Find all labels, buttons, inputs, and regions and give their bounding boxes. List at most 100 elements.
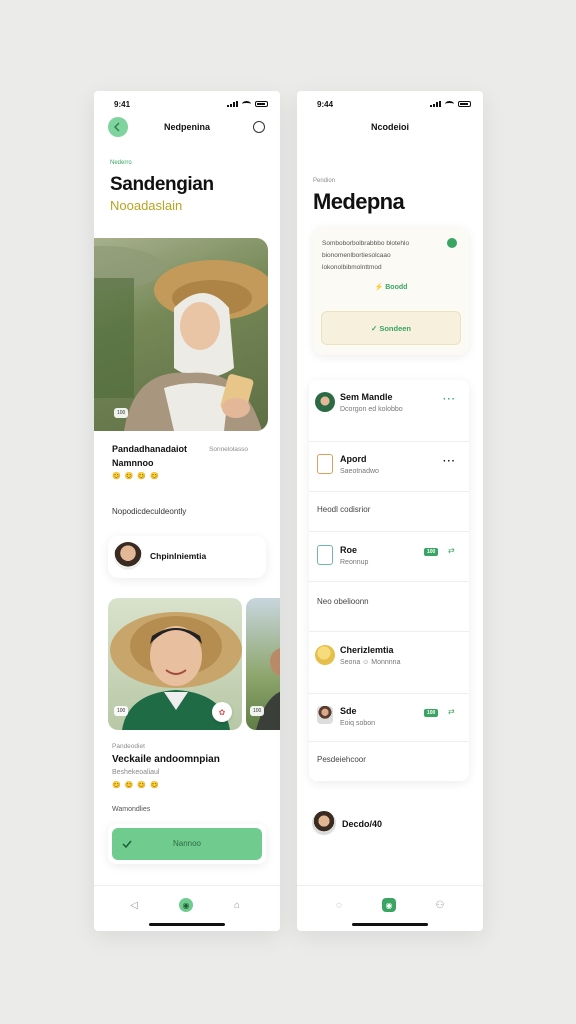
- battery-icon: [255, 101, 268, 107]
- card1-name: Pandadhanadaiot: [112, 444, 188, 454]
- profile-photo-woman-hat[interactable]: 100 ✿: [108, 598, 242, 730]
- info-card: Somboborbolbrabbbo blotehlo bionomenlbor…: [313, 227, 469, 355]
- photo-badge: 100: [114, 706, 129, 716]
- card1-emoji-row: 😊 😊 😊 😊: [112, 473, 160, 480]
- tab-home-icon[interactable]: ◉: [382, 898, 396, 912]
- row-title: Neo obelioonn: [317, 597, 369, 606]
- info-link-label: Boodd: [385, 284, 408, 291]
- avatar: [315, 645, 335, 665]
- list-item[interactable]: Cherizlemtia Seona ☺ Monnnna: [309, 632, 469, 694]
- row-title: Pesdeiehcoor: [317, 755, 366, 764]
- page-title: Medepna: [313, 189, 405, 214]
- row-sub: Reonnup: [340, 559, 369, 566]
- more-icon[interactable]: ···: [443, 394, 456, 405]
- row-title: Heodl codisrior: [317, 505, 371, 514]
- timer-icon[interactable]: [253, 121, 265, 133]
- file-icon: [317, 545, 333, 565]
- people-list: Sem Mandle Dcorgon ed kolobbo ··· Apord …: [309, 380, 469, 781]
- info-button[interactable]: ✓ Sondeen: [321, 311, 461, 345]
- home-indicator: [352, 923, 428, 926]
- share-icon[interactable]: ⇄: [448, 546, 455, 555]
- back-button[interactable]: [108, 117, 128, 137]
- row-title: Roe: [340, 545, 358, 555]
- home-indicator: [149, 923, 225, 926]
- tab-bar: ◁ ◉ ⌂: [94, 885, 280, 931]
- contact-card[interactable]: Chpinlniemtia: [108, 536, 266, 578]
- chevron-left-icon: [114, 122, 120, 132]
- profile-photo-man[interactable]: 100: [246, 598, 280, 730]
- status-icons: [430, 101, 471, 107]
- wifi-icon: [445, 101, 454, 107]
- signal-icon: [430, 101, 441, 107]
- info-text: Somboborbolbrabbbo blotehlo bionomenlbor…: [322, 240, 410, 271]
- card2-eyebrow: Pandeodiet: [112, 743, 145, 750]
- avatar: [317, 706, 333, 724]
- contact-name: Chpinlniemtia: [150, 551, 207, 561]
- footer-label: Wamondlies: [112, 806, 151, 813]
- card2-emoji-row: 😊 😊 😊 😊: [112, 782, 160, 789]
- avatar: [315, 392, 335, 412]
- row-sub: Saeotnadwo: [340, 468, 379, 475]
- row-badge: 100: [424, 709, 439, 717]
- nav-title: Ncodeioi: [370, 122, 409, 132]
- row-sub: Dcorgon ed kolobbo: [340, 406, 403, 413]
- tab-profile-icon[interactable]: ⌂: [230, 898, 244, 912]
- more-icon[interactable]: ···: [443, 456, 456, 467]
- status-bar: 9:41: [94, 91, 280, 117]
- avatar[interactable]: [312, 811, 336, 835]
- signal-icon: [227, 101, 238, 107]
- tab-home-icon[interactable]: ◉: [179, 898, 193, 912]
- tab-chat-icon[interactable]: ◌: [332, 898, 346, 912]
- list-item[interactable]: Neo obelioonn: [309, 582, 469, 632]
- battery-icon: [458, 101, 471, 107]
- phone-screen-profile: 9:41 Nedpenina Nederro Sandengian Nooada…: [94, 91, 280, 931]
- profile-photo-woman-hijab[interactable]: 100: [94, 238, 268, 431]
- status-icons: [227, 101, 268, 107]
- footer-name: Decdo/40: [342, 819, 383, 829]
- card1-name2: Namnnoo: [112, 458, 154, 468]
- nav-title: Nedpenina: [163, 122, 210, 132]
- row-title: Sem Mandle: [340, 392, 393, 402]
- list-item[interactable]: Pesdeiehcoor: [309, 742, 469, 781]
- primary-button[interactable]: Nannoo: [112, 828, 262, 860]
- status-dot-icon: [447, 238, 457, 248]
- primary-button-label: Nannoo: [172, 839, 202, 848]
- list-item[interactable]: Sem Mandle Dcorgon ed kolobbo ···: [309, 380, 469, 442]
- row-title: Sde: [340, 706, 357, 716]
- row-sub: Seona ☺ Monnnna: [340, 659, 401, 666]
- row-title: Cherizlemtia: [340, 645, 394, 655]
- reaction-icon[interactable]: ✿: [212, 702, 232, 722]
- card1-meta: Sonnelolasso: [209, 446, 249, 453]
- eyebrow-label: Nederro: [110, 160, 132, 166]
- tab-bar: ◌ ◉ ⚇: [297, 885, 483, 931]
- eyebrow-label: Pendion: [313, 178, 336, 184]
- avatar: [114, 542, 142, 570]
- row-badge: 100: [424, 548, 439, 556]
- section-label: Nopodicdeculdeontly: [112, 507, 187, 516]
- cta-card: Nannoo: [108, 824, 266, 864]
- status-time: 9:44: [317, 100, 334, 109]
- row-sub: Eoiq sobon: [340, 720, 376, 727]
- list-item[interactable]: Apord Saeotnadwo ···: [309, 442, 469, 492]
- share-icon[interactable]: ⇄: [448, 707, 455, 716]
- list-item[interactable]: Roe Reonnup 100 ⇄: [309, 532, 469, 582]
- card2-sub: Beshekeoaliaul: [112, 769, 160, 776]
- tab-profile-icon[interactable]: ⚇: [433, 898, 447, 912]
- status-time: 9:41: [114, 100, 131, 109]
- card2-title: Veckaile andoomnpian: [112, 754, 220, 765]
- photo-badge: 100: [250, 706, 265, 716]
- status-bar: 9:44: [297, 91, 483, 117]
- wifi-icon: [242, 101, 251, 107]
- tab-back-icon[interactable]: ◁: [127, 898, 141, 912]
- info-link[interactable]: ⚡ Boodd: [313, 283, 469, 291]
- photo-badge: 100: [114, 408, 129, 418]
- page-title: Sandengian: [110, 174, 214, 195]
- phone-screen-list: 9:44 Ncodeioi Pendion Medepna Somboborbo…: [297, 91, 483, 931]
- list-item[interactable]: Heodl codisrior: [309, 492, 469, 532]
- row-title: Apord: [340, 454, 367, 464]
- page-subtitle: Nooadaslain: [110, 198, 183, 213]
- document-icon: [317, 454, 333, 474]
- photo-illustration: [94, 246, 268, 431]
- list-item[interactable]: Sde Eoiq sobon 100 ⇄: [309, 694, 469, 742]
- info-button-label: Sondeen: [379, 323, 412, 333]
